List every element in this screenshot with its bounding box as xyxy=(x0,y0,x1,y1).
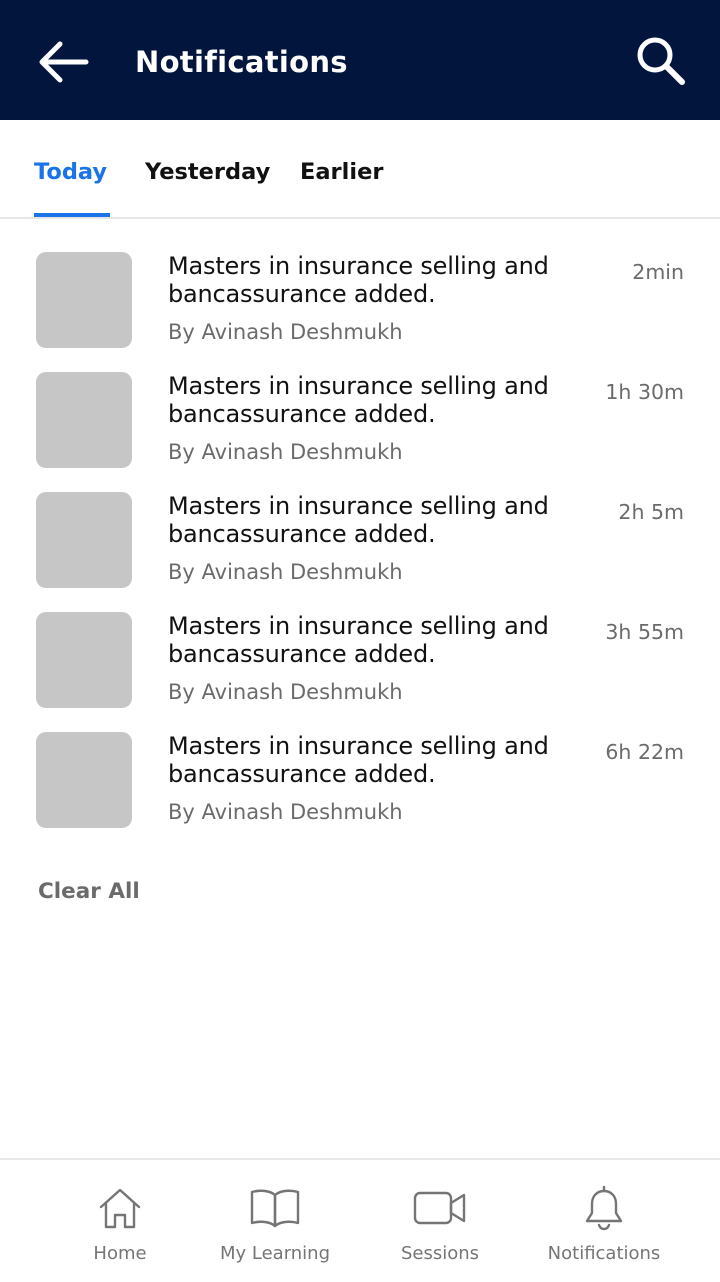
notification-item[interactable]: Masters in insurance selling and bancass… xyxy=(0,592,720,712)
notification-thumbnail xyxy=(36,372,132,468)
search-icon xyxy=(637,37,685,85)
notification-time: 3h 55m xyxy=(605,620,684,644)
tab-yesterday[interactable]: Yesterday xyxy=(145,156,270,188)
notification-thumbnail xyxy=(36,732,132,828)
notification-title: Masters in insurance selling and bancass… xyxy=(168,252,549,308)
notification-thumbnail xyxy=(36,612,132,708)
nav-sessions[interactable]: Sessions xyxy=(380,1160,500,1282)
notification-title: Masters in insurance selling and bancass… xyxy=(168,612,549,668)
bell-icon xyxy=(585,1185,623,1231)
notification-author: By Avinash Deshmukh xyxy=(168,680,403,704)
clear-all-button[interactable]: Clear All xyxy=(38,877,140,907)
notification-author: By Avinash Deshmukh xyxy=(168,320,403,344)
notification-title: Masters in insurance selling and bancass… xyxy=(168,372,549,428)
book-icon xyxy=(250,1189,300,1228)
notification-item[interactable]: Masters in insurance selling and bancass… xyxy=(0,232,720,352)
arrow-left-icon xyxy=(39,41,89,83)
notification-item[interactable]: Masters in insurance selling and bancass… xyxy=(0,712,720,832)
bottom-navigation: Home My Learning Sessions Notifications xyxy=(0,1158,720,1282)
nav-my-learning-label: My Learning xyxy=(219,1243,331,1264)
video-camera-icon xyxy=(413,1191,466,1225)
notification-item[interactable]: Masters in insurance selling and bancass… xyxy=(0,472,720,592)
notification-time: 6h 22m xyxy=(605,740,684,764)
notification-time: 2min xyxy=(632,260,684,284)
tab-today[interactable]: Today xyxy=(34,156,107,188)
page-title: Notifications xyxy=(135,45,348,79)
nav-home[interactable]: Home xyxy=(70,1160,170,1282)
nav-my-learning[interactable]: My Learning xyxy=(210,1160,340,1282)
app-header: Notifications xyxy=(0,0,720,120)
search-button[interactable] xyxy=(628,28,692,92)
notification-thumbnail xyxy=(36,252,132,348)
nav-notifications-label: Notifications xyxy=(547,1243,661,1264)
date-tabs: Today Yesterday Earlier xyxy=(0,120,720,219)
notification-item[interactable]: Masters in insurance selling and bancass… xyxy=(0,352,720,472)
notification-author: By Avinash Deshmukh xyxy=(168,440,403,464)
nav-home-label: Home xyxy=(93,1243,147,1264)
tab-earlier[interactable]: Earlier xyxy=(300,156,383,188)
notification-title: Masters in insurance selling and bancass… xyxy=(168,492,549,548)
notification-time: 1h 30m xyxy=(605,380,684,404)
notification-author: By Avinash Deshmukh xyxy=(168,800,403,824)
home-icon xyxy=(99,1188,141,1229)
back-button[interactable] xyxy=(28,31,96,93)
notification-author: By Avinash Deshmukh xyxy=(168,560,403,584)
nav-sessions-label: Sessions xyxy=(400,1243,480,1264)
nav-notifications[interactable]: Notifications xyxy=(534,1160,674,1282)
notification-time: 2h 5m xyxy=(618,500,684,524)
active-tab-indicator xyxy=(34,213,110,217)
notification-thumbnail xyxy=(36,492,132,588)
notification-title: Masters in insurance selling and bancass… xyxy=(168,732,549,788)
